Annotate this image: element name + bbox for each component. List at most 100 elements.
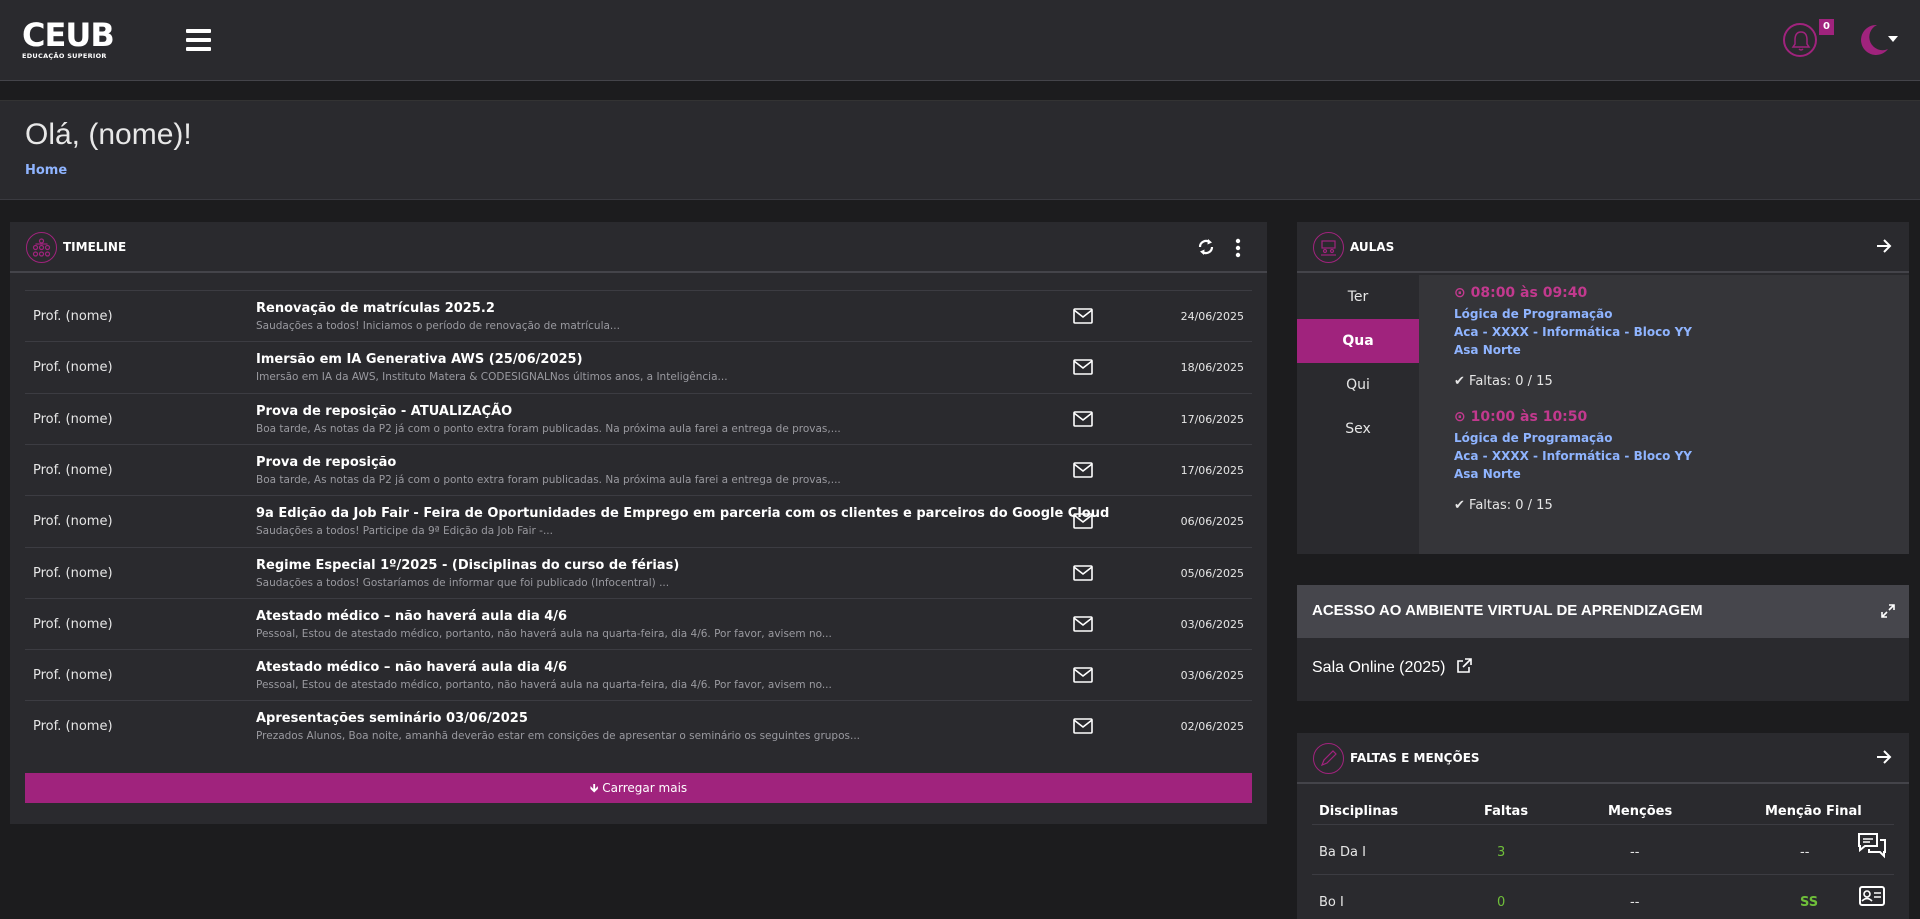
message-subject[interactable]: 9a Edição da Job Fair - Feira de Oportun…	[256, 506, 1109, 521]
arrow-right-icon[interactable]	[1875, 237, 1893, 255]
slot-faltas: ✔ Faltas: 0 / 15	[1454, 498, 1553, 513]
envelope-icon[interactable]	[1073, 359, 1093, 376]
tab-qui[interactable]: Qui	[1297, 363, 1419, 407]
author: Prof. (nome)	[33, 719, 113, 735]
table-row[interactable]: Ba Da I 3 -- --	[1312, 824, 1894, 874]
message-preview: Boa tarde, As notas da P2 já com o ponto…	[256, 473, 841, 486]
external-link-icon	[1457, 658, 1472, 673]
page-header	[0, 100, 1920, 200]
disciplina-cell: Ba Da I	[1319, 845, 1366, 860]
ava-header: ACESSO AO AMBIENTE VIRTUAL DE APRENDIZAG…	[1297, 585, 1909, 638]
slot-faltas: ✔ Faltas: 0 / 15	[1454, 374, 1553, 389]
envelope-icon[interactable]	[1073, 410, 1093, 427]
message-subject[interactable]: Apresentações seminário 03/06/2025	[256, 711, 528, 726]
timeline-row[interactable]: Prof. (nome) Renovação de matrículas 2025…	[25, 290, 1252, 341]
final-cell: --	[1800, 845, 1810, 860]
slot-room[interactable]: Aca - XXXX - Informática - Bloco YY	[1454, 323, 1692, 341]
sala-online-link[interactable]: Sala Online (2025)	[1312, 658, 1472, 677]
slot-course[interactable]: Lógica de Programação	[1454, 305, 1692, 323]
slot-course[interactable]: Lógica de Programação	[1454, 429, 1692, 447]
envelope-icon[interactable]	[1073, 667, 1093, 683]
envelope-icon[interactable]	[1073, 308, 1093, 324]
ava-title: ACESSO AO AMBIENTE VIRTUAL DE APRENDIZAG…	[1312, 602, 1703, 619]
envelope-icon[interactable]	[1073, 718, 1093, 735]
logo-text: CEUB	[22, 16, 115, 54]
message-date: 02/06/2025	[1180, 720, 1244, 734]
message-date: 03/06/2025	[1180, 617, 1244, 631]
timeline-row[interactable]: Prof. (nome) Atestado médico – não haverá…	[25, 597, 1252, 649]
timeline-row[interactable]: Prof. (nome) 9a Edição da Job Fair - Feir…	[25, 495, 1252, 546]
tab-sex[interactable]: Sex	[1297, 407, 1419, 451]
message-preview: Pessoal, Estou de atestado médico, porta…	[256, 679, 832, 692]
author: Prof. (nome)	[33, 360, 113, 376]
chevron-down-icon[interactable]	[1888, 36, 1898, 42]
envelope-icon[interactable]	[1073, 615, 1093, 632]
author: Prof. (nome)	[33, 411, 113, 427]
message-subject[interactable]: Atestado médico – não haverá aula dia 4/…	[256, 609, 567, 624]
expand-icon[interactable]	[1881, 604, 1895, 618]
tab-qua[interactable]: Qua	[1297, 319, 1419, 363]
logo-subtitle: EDUCAÇÃO SUPERIOR	[22, 52, 107, 60]
top-bar: CEUB EDUCAÇÃO SUPERIOR 0	[0, 0, 1920, 81]
load-more-label: Carregar mais	[602, 781, 688, 795]
slot-time: ⊙ 10:00 às 10:50	[1454, 409, 1588, 425]
ava-card: ACESSO AO AMBIENTE VIRTUAL DE APRENDIZAG…	[1297, 585, 1909, 701]
class-slot: ⊙ 10:00 às 10:50 Lógica de Programação A…	[1454, 409, 1692, 513]
timeline-row[interactable]: Prof. (nome) Regime Especial 1º/2025 - (D…	[25, 546, 1252, 598]
message-subject[interactable]: Renovação de matrículas 2025.2	[256, 301, 495, 316]
message-subject[interactable]: Atestado médico – não haverá aula dia 4/…	[256, 660, 567, 675]
timeline-icon	[26, 232, 57, 263]
message-preview: Saudações a todos! Gostaríamos de inform…	[256, 576, 670, 589]
breadcrumb-home[interactable]: Home	[25, 163, 67, 178]
message-preview: Saudações a todos! Participe da 9ª Ediçã…	[256, 525, 553, 538]
timeline-row[interactable]: Prof. (nome) Apresentações seminário 03/0…	[25, 700, 1252, 751]
ceub-logo[interactable]: CEUB EDUCAÇÃO SUPERIOR	[22, 18, 137, 66]
message-subject[interactable]: Prova de reposição	[256, 455, 396, 470]
refresh-icon[interactable]	[1196, 237, 1216, 257]
day-tabs: Ter Qua Qui Sex	[1297, 275, 1419, 451]
slot-time: ⊙ 08:00 às 09:40	[1454, 285, 1588, 301]
envelope-icon[interactable]	[1073, 462, 1093, 478]
message-subject[interactable]: Prova de reposição - ATUALIZAÇÃO	[256, 404, 512, 419]
menu-toggle-icon[interactable]	[186, 29, 211, 51]
message-subject[interactable]: Regime Especial 1º/2025 - (Disciplinas d…	[256, 558, 679, 573]
tab-ter[interactable]: Ter	[1297, 275, 1419, 319]
message-date: 18/06/2025	[1180, 361, 1244, 375]
col-mencao-final: Menção Final	[1765, 804, 1862, 819]
faltas-card: FALTAS E MENÇÕES Disciplinas Faltas Menç…	[1297, 733, 1909, 919]
load-more-button[interactable]: 🡻 Carregar mais	[25, 773, 1252, 803]
arrow-right-icon[interactable]	[1875, 748, 1893, 766]
slot-campus[interactable]: Asa Norte	[1454, 465, 1692, 483]
timeline-row[interactable]: Prof. (nome) Prova de reposição - ATUALIZ…	[25, 392, 1252, 444]
envelope-icon[interactable]	[1073, 513, 1093, 529]
timeline-row[interactable]: Prof. (nome) Atestado médico – não haverá…	[25, 649, 1252, 700]
clock-icon: ⊙	[1454, 409, 1466, 425]
col-faltas: Faltas	[1484, 804, 1529, 819]
notifications-button[interactable]	[1783, 23, 1817, 57]
author: Prof. (nome)	[33, 668, 113, 684]
message-subject[interactable]: Imersão em IA Generativa AWS (25/06/2025…	[256, 352, 583, 367]
slot-campus[interactable]: Asa Norte	[1454, 341, 1692, 359]
timeline-row[interactable]: Prof. (nome) Imersão em IA Generativa AWS…	[25, 341, 1252, 392]
more-options-icon[interactable]	[1235, 238, 1241, 258]
author: Prof. (nome)	[33, 462, 113, 478]
message-preview: Saudações a todos! Iniciamos o período d…	[256, 320, 620, 332]
check-icon: ✔	[1454, 374, 1465, 389]
message-date: 06/06/2025	[1180, 515, 1244, 529]
notification-count-badge: 0	[1819, 19, 1834, 35]
table-row[interactable]: Bo I 0 -- SS	[1312, 874, 1894, 919]
id-card-icon[interactable]	[1855, 879, 1889, 913]
message-preview: Boa tarde, As notas da P2 já com o ponto…	[256, 422, 841, 435]
aulas-header: AULAS	[1297, 222, 1909, 273]
faltas-header: FALTAS E MENÇÕES	[1297, 733, 1909, 784]
author: Prof. (nome)	[33, 514, 113, 530]
chat-icon[interactable]	[1855, 828, 1889, 862]
timeline-row[interactable]: Prof. (nome) Prova de reposição Boa tarde,…	[25, 443, 1252, 495]
col-mencoes: Menções	[1608, 804, 1673, 819]
envelope-icon[interactable]	[1073, 564, 1093, 581]
classroom-icon	[1313, 232, 1344, 263]
slot-room[interactable]: Aca - XXXX - Informática - Bloco YY	[1454, 447, 1692, 465]
message-date: 05/06/2025	[1180, 566, 1244, 580]
timeline-card: TIMELINE Prof. (nome) Renovação de matríc…	[10, 222, 1267, 824]
faltas-cell: 3	[1497, 845, 1506, 860]
